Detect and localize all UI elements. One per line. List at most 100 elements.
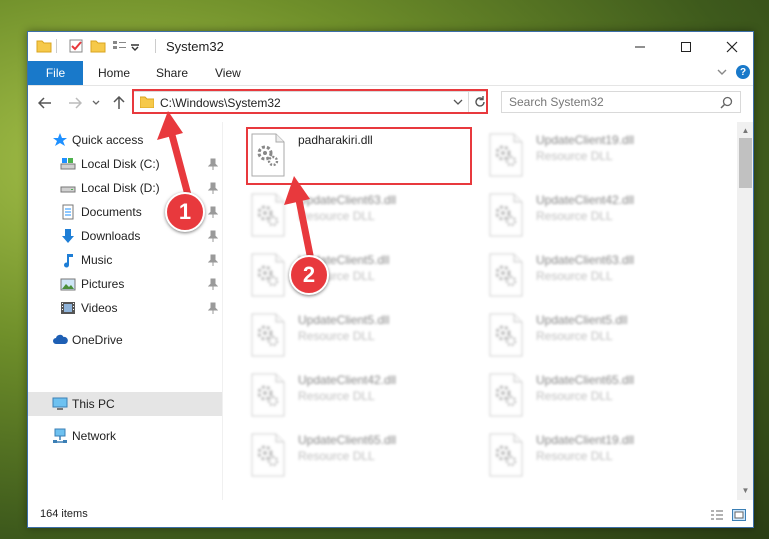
minimize-button[interactable] <box>617 32 663 61</box>
pin-icon[interactable] <box>208 254 218 266</box>
file-item[interactable]: UpdateClient5.dll Resource DLL <box>484 310 714 360</box>
sidebar-item-music[interactable]: Music <box>28 248 222 272</box>
search-placeholder: Search System32 <box>509 95 604 109</box>
maximize-icon <box>681 41 691 52</box>
file-item[interactable]: UpdateClient63.dll Resource DLL <box>484 250 714 300</box>
scroll-down-icon[interactable]: ▼ <box>741 486 750 495</box>
pin-icon[interactable] <box>208 158 218 170</box>
documents-icon <box>62 204 74 220</box>
dll-file-icon <box>488 193 524 237</box>
pictures-icon <box>60 278 76 291</box>
forward-button[interactable] <box>66 94 84 112</box>
sidebar-item-this-pc[interactable]: This PC <box>28 392 222 416</box>
recent-locations-button[interactable] <box>90 94 102 112</box>
tab-view[interactable]: View <box>215 66 241 80</box>
scroll-up-icon[interactable]: ▲ <box>741 126 750 135</box>
chevron-down-icon[interactable] <box>130 38 140 54</box>
file-item[interactable]: UpdateClient5.dll Resource DLL <box>246 250 476 300</box>
sidebar-item-quick-access[interactable]: Quick access <box>28 128 222 152</box>
tab-file[interactable]: File <box>28 61 83 85</box>
properties-icon[interactable] <box>68 38 84 54</box>
folder-icon[interactable] <box>36 38 52 54</box>
file-name: padharakiri.dll <box>298 133 373 147</box>
dll-file-icon <box>488 313 524 357</box>
dll-file-icon <box>250 433 286 477</box>
vertical-scrollbar[interactable]: ▲ ▼ <box>737 122 753 500</box>
file-name: UpdateClient42.dll <box>536 193 635 207</box>
file-type: Resource DLL <box>298 449 375 463</box>
back-arrow-icon <box>38 97 51 109</box>
pin-icon[interactable] <box>208 302 218 314</box>
explorer-window: System32 File Home Share View ? C:\Windo… <box>27 31 754 528</box>
file-item-selected[interactable]: padharakiri.dll <box>246 130 476 180</box>
dll-file-icon <box>250 133 286 177</box>
pin-icon[interactable] <box>208 230 218 242</box>
file-item[interactable]: UpdateClient5.dll Resource DLL <box>246 310 476 360</box>
file-item[interactable]: UpdateClient65.dll Resource DLL <box>484 370 714 420</box>
file-type: Resource DLL <box>298 389 375 403</box>
folder-icon <box>140 96 154 108</box>
sidebar-item-label: Pictures <box>81 277 125 291</box>
close-icon <box>726 41 738 52</box>
pin-icon[interactable] <box>208 182 218 194</box>
videos-icon <box>61 302 75 314</box>
file-type: Resource DLL <box>536 149 613 163</box>
tab-share[interactable]: Share <box>156 66 188 80</box>
file-item[interactable]: UpdateClient65.dll Resource DLL <box>246 430 476 480</box>
search-input[interactable]: Search System32 <box>501 91 741 113</box>
new-folder-icon[interactable] <box>90 38 106 54</box>
forward-arrow-icon <box>69 97 82 109</box>
address-separator <box>468 92 469 112</box>
sidebar-item-network[interactable]: Network <box>28 424 222 448</box>
help-button[interactable]: ? <box>736 65 750 79</box>
file-type: Resource DLL <box>536 449 613 463</box>
sidebar-item-label: Local Disk (C:) <box>81 157 160 171</box>
chevron-down-icon <box>92 100 100 105</box>
sidebar-item-onedrive[interactable]: OneDrive <box>28 328 222 352</box>
file-item[interactable]: UpdateClient42.dll Resource DLL <box>246 370 476 420</box>
pane-divider <box>222 122 223 500</box>
dll-file-icon <box>488 133 524 177</box>
drive-icon <box>60 158 76 170</box>
sidebar-item-label: Documents <box>81 205 142 219</box>
pin-icon[interactable] <box>208 206 218 218</box>
details-view-icon[interactable] <box>710 509 724 521</box>
callout-1: 1 <box>165 192 205 232</box>
file-item[interactable]: UpdateClient42.dll Resource DLL <box>484 190 714 240</box>
scroll-thumb[interactable] <box>739 138 752 188</box>
pin-icon[interactable] <box>208 278 218 290</box>
refresh-icon[interactable] <box>473 95 487 109</box>
music-icon <box>64 254 73 268</box>
sidebar-item-videos[interactable]: Videos <box>28 296 222 320</box>
dll-file-icon <box>250 253 286 297</box>
file-name: UpdateClient63.dll <box>298 193 397 207</box>
file-item[interactable]: UpdateClient19.dll Resource DLL <box>484 430 714 480</box>
sidebar-item-local-disk-c[interactable]: Local Disk (C:) <box>28 152 222 176</box>
download-icon <box>62 229 74 243</box>
file-type: Resource DLL <box>536 269 613 283</box>
status-bar: 164 items <box>28 502 753 527</box>
file-item[interactable]: UpdateClient63.dll Resource DLL <box>246 190 476 240</box>
up-button[interactable] <box>110 94 128 112</box>
address-bar[interactable]: C:\Windows\System32 <box>133 91 487 113</box>
address-dropdown-icon[interactable] <box>452 96 464 108</box>
close-button[interactable] <box>709 32 753 61</box>
file-list: padharakiri.dll UpdateClient19.dll Resourc… <box>224 122 738 500</box>
search-icon[interactable] <box>720 96 733 109</box>
back-button[interactable] <box>36 94 54 112</box>
customize-icon[interactable] <box>112 38 128 54</box>
sidebar-item-pictures[interactable]: Pictures <box>28 272 222 296</box>
expand-ribbon-icon[interactable] <box>715 65 729 79</box>
maximize-button[interactable] <box>663 32 709 61</box>
cloud-icon <box>53 334 68 344</box>
up-arrow-icon <box>113 96 125 109</box>
large-icons-view-icon[interactable] <box>732 509 746 521</box>
tab-home[interactable]: Home <box>98 66 130 80</box>
sidebar-item-label: This PC <box>72 397 115 411</box>
file-item[interactable]: UpdateClient19.dll Resource DLL <box>484 130 714 180</box>
navigation-bar: C:\Windows\System32 Search System32 <box>28 86 753 120</box>
minimize-icon <box>635 46 645 47</box>
file-name: UpdateClient5.dll <box>298 313 390 327</box>
file-name: UpdateClient65.dll <box>536 373 635 387</box>
sidebar-item-label: Downloads <box>81 229 141 243</box>
